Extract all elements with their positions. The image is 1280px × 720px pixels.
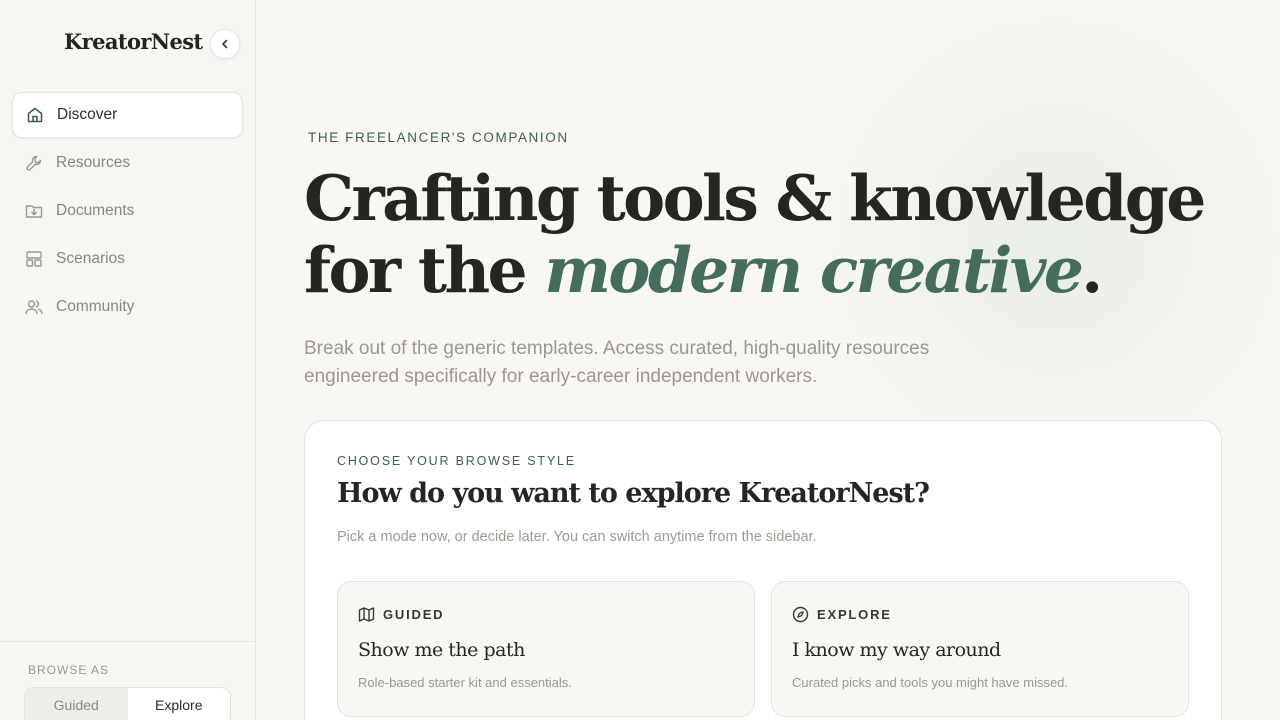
sidebar-item-label: Scenarios: [56, 250, 125, 267]
headline-accent: modern creative: [544, 233, 1084, 307]
browse-mode-explore[interactable]: Explore: [127, 688, 230, 720]
headline-period: .: [1081, 233, 1103, 307]
browse-as-label: BROWSE AS: [28, 663, 110, 677]
mode-kicker: GUIDED: [383, 607, 445, 622]
guided-mode-option[interactable]: GUIDED Show me the path Role-based start…: [337, 581, 755, 717]
brand-row: KreatorNest: [0, 28, 256, 60]
map-icon: [358, 606, 375, 623]
card-eyebrow: CHOOSE YOUR BROWSE STYLE: [337, 454, 576, 468]
compass-icon: [792, 606, 809, 623]
browse-mode-guided[interactable]: Guided: [25, 688, 128, 720]
card-title: How do you want to explore KreatorNest?: [337, 478, 930, 509]
sidebar-item-label: Community: [56, 298, 135, 315]
explore-mode-option[interactable]: EXPLORE I know my way around Curated pic…: [771, 581, 1189, 717]
users-icon: [24, 297, 44, 317]
browse-mode-toggle: Guided Explore: [24, 687, 231, 720]
main-content: THE FREELANCER'S COMPANION Crafting tool…: [256, 0, 1280, 720]
sidebar-item-scenarios[interactable]: Scenarios: [12, 236, 243, 282]
mode-header: GUIDED: [358, 606, 444, 623]
sidebar-item-community[interactable]: Community: [12, 284, 243, 330]
mode-title: Show me the path: [358, 639, 525, 661]
mode-title: I know my way around: [792, 639, 1001, 661]
sidebar-item-resources[interactable]: Resources: [12, 140, 243, 186]
sidebar-nav: Discover Resources Documents Scenarios C…: [12, 92, 243, 332]
browse-style-card: CHOOSE YOUR BROWSE STYLE How do you want…: [304, 420, 1222, 720]
brand-logo[interactable]: KreatorNest: [64, 29, 203, 54]
home-icon: [25, 105, 45, 125]
sidebar-item-label: Documents: [56, 202, 135, 219]
mode-kicker: EXPLORE: [817, 607, 892, 622]
card-subtitle: Pick a mode now, or decide later. You ca…: [337, 529, 817, 545]
sidebar-item-documents[interactable]: Documents: [12, 188, 243, 234]
layout-icon: [24, 249, 44, 269]
sidebar: KreatorNest Discover Resources Documents: [0, 0, 256, 720]
sidebar-item-label: Discover: [57, 106, 118, 123]
hero-headline: Crafting tools & knowledge for the modern…: [304, 161, 1206, 307]
wrench-icon: [24, 153, 44, 173]
headline-line-1: Crafting tools & knowledge: [304, 161, 1206, 235]
hero-subhead: Break out of the generic templates. Acce…: [304, 338, 930, 387]
mode-description: Role-based starter kit and essentials.: [358, 675, 572, 690]
headline-line-2-prefix: for the: [304, 233, 545, 307]
collapse-sidebar-button[interactable]: [210, 29, 240, 59]
chevron-left-icon: [219, 38, 231, 50]
sidebar-item-discover[interactable]: Discover: [12, 92, 243, 138]
mode-description: Curated picks and tools you might have m…: [792, 675, 1069, 690]
mode-header: EXPLORE: [792, 606, 892, 623]
folder-download-icon: [24, 201, 44, 221]
sidebar-footer: BROWSE AS Guided Explore: [0, 641, 256, 720]
sidebar-item-label: Resources: [56, 154, 131, 171]
hero-eyebrow: THE FREELANCER'S COMPANION: [308, 130, 569, 145]
